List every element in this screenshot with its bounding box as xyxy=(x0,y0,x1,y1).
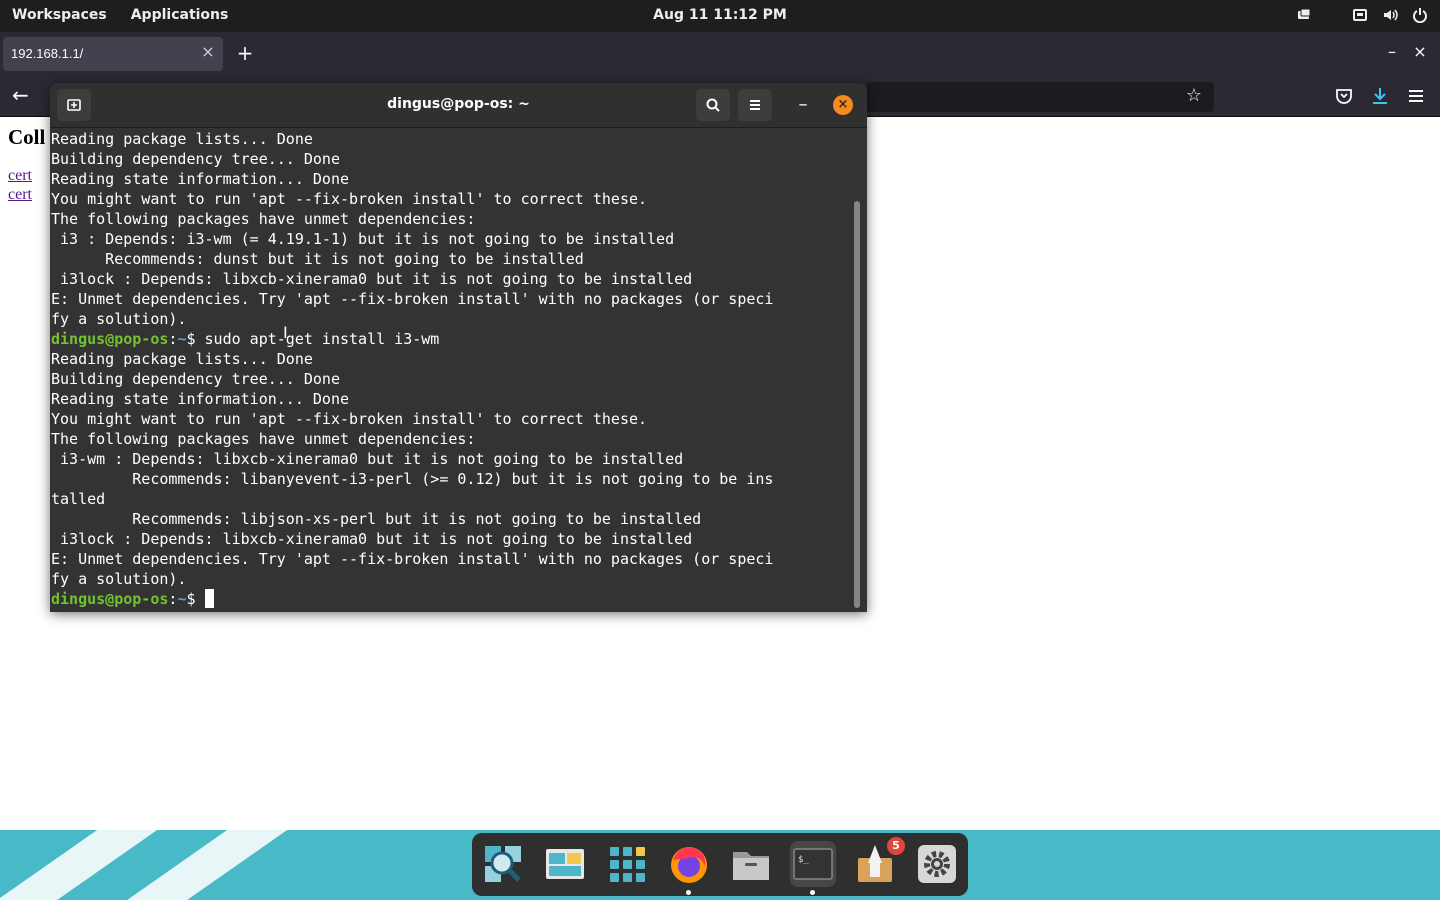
terminal-output-line: E: Unmet dependencies. Try 'apt --fix-br… xyxy=(51,290,774,308)
settings-icon[interactable] xyxy=(914,841,960,887)
url-bar[interactable] xyxy=(866,82,1214,112)
terminal-output-line: i3-wm : Depends: libxcb-xinerama0 but it… xyxy=(51,450,684,468)
tab-title: 192.168.1.1/ xyxy=(11,46,84,61)
terminal-output-line: You might want to run 'apt --fix-broken … xyxy=(51,190,648,208)
files-icon[interactable] xyxy=(728,841,774,887)
window-close-button[interactable]: × xyxy=(1412,42,1428,62)
terminal-output-line: Reading package lists... Done xyxy=(51,130,313,148)
terminal-output-line: fy a solution). xyxy=(51,570,187,588)
back-button[interactable]: ← xyxy=(12,85,36,107)
prompt-user: dingus@pop-os xyxy=(51,330,169,348)
top-panel: Workspaces Applications Aug 11 11:12 PM xyxy=(0,0,1440,32)
downloads-icon[interactable] xyxy=(1370,86,1390,106)
terminal-prompt-line: dingus@pop-os:~$ sudo apt-get install i3… xyxy=(51,330,440,348)
cert-link[interactable]: cert xyxy=(8,186,32,204)
terminal-headerbar[interactable]: dingus@pop-os: ~ – × xyxy=(50,83,867,128)
prompt-command xyxy=(196,590,205,608)
notifications-icon[interactable] xyxy=(1296,7,1312,23)
power-icon[interactable] xyxy=(1412,7,1428,23)
browser-tabstrip: 192.168.1.1/ × + – × xyxy=(0,32,1440,76)
terminal-search-button[interactable] xyxy=(696,89,730,121)
terminal-window[interactable]: dingus@pop-os: ~ – × Reading package lis… xyxy=(50,83,867,612)
volume-icon[interactable] xyxy=(1382,7,1398,23)
new-tab-button[interactable]: + xyxy=(234,43,256,65)
terminal-close-button[interactable]: × xyxy=(833,95,853,115)
system-tray[interactable] xyxy=(1296,7,1428,23)
terminal-output-line: Recommends: libanyevent-i3-perl (>= 0.12… xyxy=(51,470,774,488)
terminal-output-line: You might want to run 'apt --fix-broken … xyxy=(51,410,648,428)
pop-shop-update-badge: 5 xyxy=(887,837,905,855)
mouse-text-cursor: I xyxy=(283,323,288,342)
applications-button[interactable]: Applications xyxy=(131,7,229,23)
app-grid-icon[interactable] xyxy=(604,841,650,887)
terminal-prompt-line: dingus@pop-os:~$ xyxy=(51,589,851,609)
prompt-command: sudo apt-get install i3-wm xyxy=(195,330,440,348)
terminal-output-line: The following packages have unmet depend… xyxy=(51,430,476,448)
pocket-icon[interactable] xyxy=(1334,86,1354,106)
search-icon[interactable] xyxy=(480,841,526,887)
terminal-output-line: talled xyxy=(51,490,106,508)
workspaces-button[interactable]: Workspaces xyxy=(12,7,107,23)
terminal-scrollbar[interactable] xyxy=(854,201,860,608)
terminal-output-line: E: Unmet dependencies. Try 'apt --fix-br… xyxy=(51,550,774,568)
workspaces-icon[interactable] xyxy=(542,841,588,887)
terminal-minimize-button[interactable]: – xyxy=(794,94,812,116)
terminal-icon[interactable]: $_ xyxy=(790,841,836,887)
bookmark-star-icon[interactable]: ☆ xyxy=(1183,85,1205,107)
terminal-output-line: The following packages have unmet depend… xyxy=(51,210,476,228)
window-minimize-button[interactable]: – xyxy=(1384,42,1400,62)
terminal-output-line: Reading package lists... Done xyxy=(51,350,313,368)
terminal-menu-button[interactable] xyxy=(738,89,772,121)
terminal-output-line: Recommends: dunst but it is not going to… xyxy=(51,250,584,268)
page-heading: Coll xyxy=(8,125,46,149)
terminal-output-line: Reading state information... Done xyxy=(51,170,350,188)
tab-close-icon[interactable]: × xyxy=(201,44,215,60)
svg-text:$_: $_ xyxy=(798,855,809,865)
terminal-output-line: Building dependency tree... Done xyxy=(51,370,340,388)
prompt-user: dingus@pop-os xyxy=(51,590,169,608)
terminal-running-indicator xyxy=(810,890,815,895)
terminal-output-line: Recommends: libjson-xs-perl but it is no… xyxy=(51,510,702,528)
menu-icon[interactable] xyxy=(1406,86,1426,106)
terminal-cursor xyxy=(204,589,214,608)
cert-link[interactable]: cert xyxy=(8,167,32,185)
terminal-output-line: i3 : Depends: i3-wm (= 4.19.1-1) but it … xyxy=(51,230,675,248)
terminal-output-line: Reading state information... Done xyxy=(51,390,350,408)
firefox-running-indicator xyxy=(686,890,691,895)
browser-tab[interactable]: 192.168.1.1/ × xyxy=(3,37,223,71)
terminal-output-line: Building dependency tree... Done xyxy=(51,150,340,168)
terminal-output-line: i3lock : Depends: libxcb-xinerama0 but i… xyxy=(51,530,693,548)
firefox-icon[interactable] xyxy=(666,841,712,887)
network-icon[interactable] xyxy=(1352,7,1368,23)
terminal-output-line: fy a solution). xyxy=(51,310,187,328)
terminal-output[interactable]: Reading package lists... Done Building de… xyxy=(51,129,851,612)
new-tab-terminal-button[interactable] xyxy=(57,89,91,121)
terminal-output-line: i3lock : Depends: libxcb-xinerama0 but i… xyxy=(51,270,693,288)
